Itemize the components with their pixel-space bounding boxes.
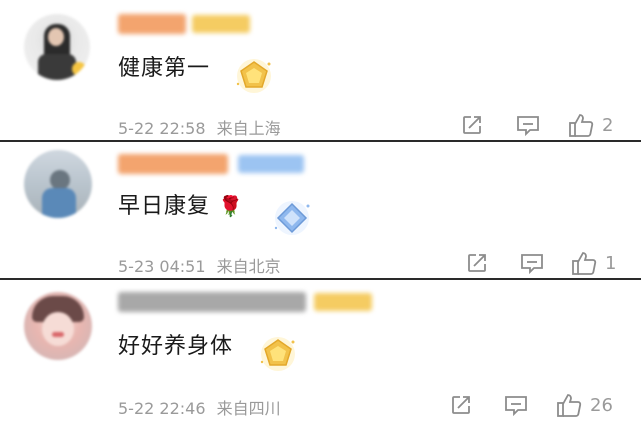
avatar[interactable] [24, 150, 92, 218]
comment-location: 来自上海 [216, 119, 281, 138]
avatar[interactable] [24, 292, 92, 360]
share-icon [452, 396, 470, 414]
username-blurred[interactable] [118, 154, 228, 174]
comment-text: 好好养身体 [118, 334, 234, 359]
comment-timestamp: 5-22 22:58 [118, 119, 206, 138]
reply-button[interactable] [519, 251, 545, 275]
comment-timestamp: 5-22 22:46 [118, 399, 206, 418]
comment-item: 健康第一 5-22 22:58 来自上海 2 [0, 0, 641, 140]
comment-timestamp: 5-23 04:51 [118, 257, 206, 276]
comment-icon [505, 396, 527, 417]
comment-text: 健康第一 [118, 56, 211, 81]
avatar[interactable] [24, 14, 90, 80]
comment-icon [517, 116, 539, 137]
thumbs-up-icon [572, 252, 597, 275]
user-badge-blurred [238, 155, 304, 173]
share-icon [468, 254, 486, 272]
rose-emoji: 🌹 [218, 194, 244, 218]
share-button[interactable] [449, 393, 473, 417]
username-blurred[interactable] [118, 14, 186, 34]
comment-item: 早日康复 🌹 5-23 04:51 来自北京 1 [0, 142, 641, 278]
share-icon [463, 116, 481, 134]
gold-pentagon-badge-icon [236, 59, 271, 93]
like-button[interactable]: 1 [571, 250, 616, 276]
blue-diamond-badge-icon [274, 201, 310, 235]
comment-text: 早日康复 🌹 [118, 188, 244, 220]
user-badge-blurred [192, 15, 250, 33]
thumbs-up-icon [569, 114, 594, 137]
comment-item: 好好养身体 5-22 22:46 来自四川 26 [0, 280, 641, 427]
user-badge-blurred [314, 293, 372, 311]
like-button[interactable]: 26 [556, 392, 613, 418]
comment-meta: 5-22 22:46 来自四川 [118, 395, 281, 419]
share-button[interactable] [465, 251, 489, 275]
comment-location: 来自北京 [216, 257, 281, 276]
reply-button[interactable] [515, 113, 541, 137]
username-blurred[interactable] [118, 292, 306, 312]
comment-icon [521, 254, 543, 275]
like-count: 1 [605, 252, 617, 274]
reply-button[interactable] [503, 393, 529, 417]
comment-meta: 5-23 04:51 来自北京 [118, 253, 281, 277]
comment-location: 来自四川 [216, 399, 281, 418]
like-count: 2 [602, 114, 614, 136]
comment-meta: 5-22 22:58 来自上海 [118, 115, 281, 139]
share-button[interactable] [460, 113, 484, 137]
comment-text-body: 早日康复 [118, 194, 211, 219]
gold-pentagon-badge-icon [260, 337, 295, 371]
thumbs-up-icon [557, 394, 582, 417]
like-button[interactable]: 2 [568, 112, 613, 138]
like-count: 26 [590, 394, 613, 416]
